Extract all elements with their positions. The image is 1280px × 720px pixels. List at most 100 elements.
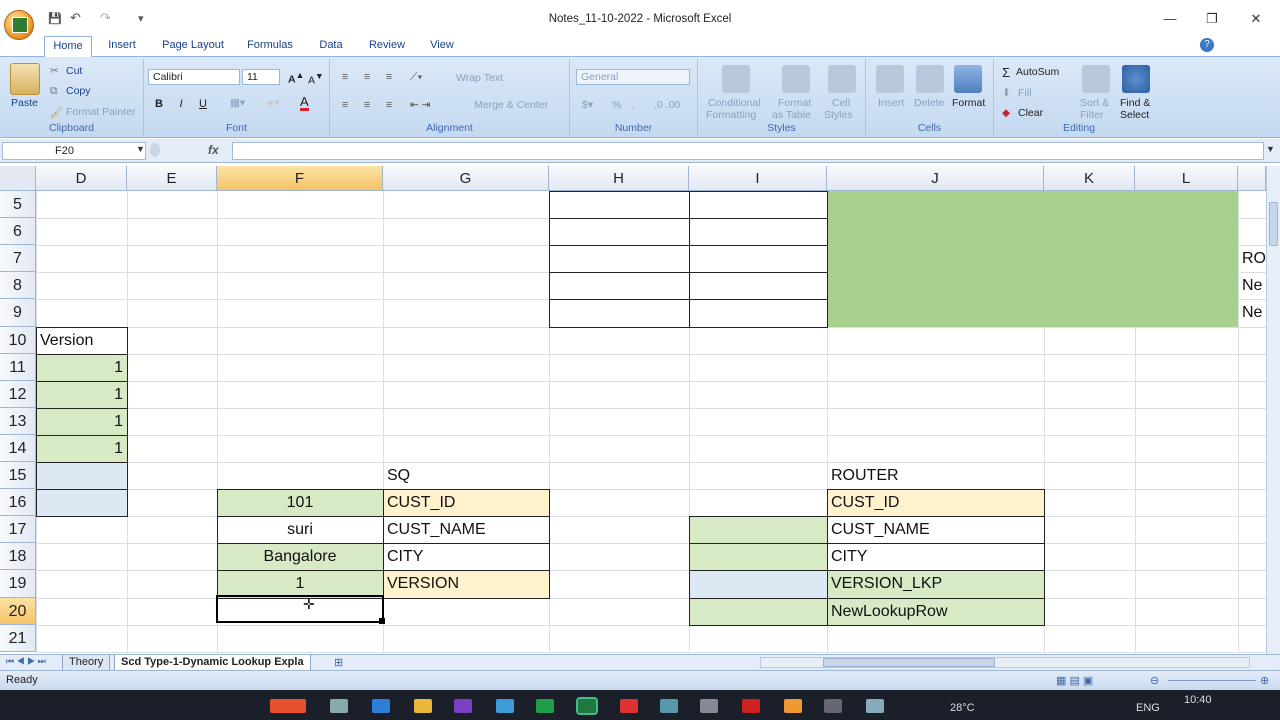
taskbar-app2-icon[interactable] <box>496 699 514 713</box>
col-header-i[interactable]: I <box>689 166 827 191</box>
comma-icon[interactable]: , <box>632 99 635 111</box>
cell-j15[interactable]: ROUTER <box>827 462 1044 489</box>
insert-cells-icon[interactable] <box>876 65 904 93</box>
font-size-select[interactable]: 11 <box>242 69 280 85</box>
cell-j19[interactable]: VERSION_LKP <box>827 570 1044 598</box>
col-header-f[interactable]: F <box>217 166 383 191</box>
fill-icon[interactable]: ⬇ <box>1002 87 1011 99</box>
vertical-scrollbar[interactable] <box>1266 166 1280 654</box>
conditional-formatting-line1[interactable]: Conditional <box>708 97 761 109</box>
insert-sheet-icon[interactable]: ⊞ <box>334 656 343 669</box>
sheet-tab-scd-type-1[interactable]: Scd Type-1-Dynamic Lookup Expla <box>114 655 311 671</box>
format-cells-button[interactable]: Format <box>952 97 985 109</box>
align-left-icon[interactable]: ≡ <box>342 99 348 111</box>
font-name-select[interactable]: Calibri <box>148 69 240 85</box>
col-header-h[interactable]: H <box>549 166 689 191</box>
row-header-6[interactable]: 6 <box>0 218 36 245</box>
cell-g15[interactable]: SQ <box>383 462 549 489</box>
format-painter-icon[interactable]: 🖌 <box>50 106 63 119</box>
decimal-icon[interactable]: .0 .00 <box>654 99 680 111</box>
taskbar-app3-icon[interactable] <box>660 699 678 713</box>
format-as-table-line1[interactable]: Format <box>778 97 811 109</box>
taskbar-clock[interactable]: 10:40 <box>1184 694 1212 706</box>
view-buttons-icon[interactable]: ▦ ▤ ▣ <box>1056 674 1093 687</box>
taskbar-taskview-icon[interactable] <box>330 699 348 713</box>
col-header-k[interactable]: K <box>1044 166 1135 191</box>
delete-cells-icon[interactable] <box>916 65 944 93</box>
cell-j17[interactable]: CUST_NAME <box>827 516 1044 543</box>
orientation-icon[interactable]: ⟋▾ <box>410 71 422 84</box>
cell-g19[interactable]: VERSION <box>383 570 549 598</box>
row-header-7[interactable]: 7 <box>0 245 36 272</box>
cell-m9[interactable]: Ne <box>1238 299 1266 327</box>
eraser-icon[interactable]: ◆ <box>1002 107 1010 119</box>
format-as-table-line2[interactable]: as Table <box>772 109 811 121</box>
tab-data[interactable]: Data <box>314 36 348 56</box>
formula-input[interactable] <box>232 142 1264 160</box>
align-center-icon[interactable]: ≡ <box>364 99 370 111</box>
cell-d14[interactable]: 1 <box>36 435 127 462</box>
horizontal-scrollbar[interactable] <box>760 657 1250 668</box>
row-header-10[interactable]: 10 <box>0 327 36 354</box>
col-header-e[interactable]: E <box>127 166 217 191</box>
borders-icon[interactable]: ▦▾ <box>230 97 245 109</box>
tab-review[interactable]: Review <box>366 36 408 56</box>
resize-handle-icon[interactable] <box>150 143 160 157</box>
align-middle-icon[interactable]: ≡ <box>364 71 370 83</box>
copy-button[interactable]: Copy <box>66 85 91 97</box>
cell-g16[interactable]: CUST_ID <box>383 489 549 516</box>
merge-center-button[interactable]: Merge & Center <box>474 99 548 111</box>
cell-d13[interactable]: 1 <box>36 408 127 435</box>
wrap-text-button[interactable]: Wrap Text <box>456 72 503 84</box>
insert-cells-button[interactable]: Insert <box>878 97 904 109</box>
expand-formula-icon[interactable]: ▼ <box>1266 144 1275 154</box>
cell-d10[interactable]: Version <box>36 327 127 354</box>
taskbar-settings-icon[interactable] <box>700 699 718 713</box>
vertical-scroll-thumb[interactable] <box>1269 202 1278 246</box>
taskbar-language[interactable]: ENG <box>1136 702 1160 714</box>
active-cell-f20[interactable] <box>216 595 384 623</box>
help-icon[interactable]: ? <box>1200 38 1214 52</box>
currency-icon[interactable]: $▾ <box>582 99 593 111</box>
bold-button[interactable]: B <box>150 96 168 112</box>
font-color-icon[interactable]: A <box>300 95 309 111</box>
cell-f17[interactable]: suri <box>217 516 383 543</box>
row-header-20[interactable]: 20 <box>0 598 36 625</box>
taskbar-edge-icon[interactable] <box>372 699 390 713</box>
cell-m7[interactable]: RO <box>1238 245 1266 272</box>
cell-j16[interactable]: CUST_ID <box>827 489 1044 516</box>
cell-f19[interactable]: 1 <box>217 570 383 598</box>
select-all-corner[interactable] <box>0 166 36 191</box>
cell-styles-icon[interactable] <box>828 65 856 93</box>
cell-styles-line2[interactable]: Styles <box>824 109 853 121</box>
row-header-17[interactable]: 17 <box>0 516 36 543</box>
col-header-g[interactable]: G <box>383 166 549 191</box>
zoom-in-icon[interactable]: ⊕ <box>1260 674 1269 687</box>
tab-view[interactable]: View <box>426 36 458 56</box>
row-header-14[interactable]: 14 <box>0 435 36 462</box>
fx-icon[interactable]: fx <box>208 143 219 157</box>
taskbar-app4-icon[interactable] <box>784 699 802 713</box>
col-header-partial[interactable] <box>1238 166 1266 191</box>
cell-j20[interactable]: NewLookupRow <box>827 598 1044 625</box>
cut-icon[interactable]: ✂ <box>50 65 59 77</box>
paste-button[interactable]: Paste <box>11 97 38 109</box>
fill-color-icon[interactable]: ◈▾ <box>266 97 279 109</box>
paste-icon[interactable] <box>10 63 40 95</box>
sheet-nav-icon[interactable]: ⏮ ◀ ▶ ⏭ <box>6 656 46 667</box>
tab-home[interactable]: Home <box>44 36 92 57</box>
minimize-button[interactable]: — <box>1150 8 1190 30</box>
sort-filter-line1[interactable]: Sort & <box>1080 97 1109 109</box>
row-header-19[interactable]: 19 <box>0 570 36 598</box>
name-box[interactable]: F20 <box>2 142 146 160</box>
cell-g17[interactable]: CUST_NAME <box>383 516 549 543</box>
delete-cells-button[interactable]: Delete <box>914 97 944 109</box>
zoom-out-icon[interactable]: ⊖ <box>1150 674 1159 687</box>
underline-button[interactable]: U <box>194 96 212 112</box>
row-header-5[interactable]: 5 <box>0 191 36 218</box>
conditional-formatting-icon[interactable] <box>722 65 750 93</box>
taskbar-weather[interactable]: 28°C <box>950 702 975 714</box>
indent-icon[interactable]: ⇤ ⇥ <box>410 99 431 111</box>
grow-font-icon[interactable]: A▲ <box>288 70 304 86</box>
horizontal-scroll-thumb[interactable] <box>823 658 995 667</box>
